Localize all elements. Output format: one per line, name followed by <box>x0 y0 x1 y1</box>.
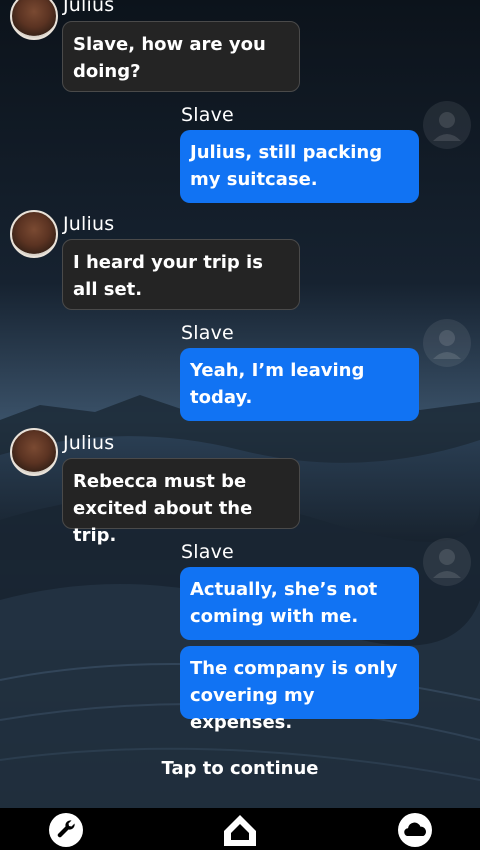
slave-avatar <box>423 101 471 149</box>
sender-name: Julius <box>63 0 115 16</box>
sender-name: Slave <box>181 322 234 344</box>
chat-log[interactable]: Julius Slave, how are you doing? Slave J… <box>0 0 480 808</box>
cloud-save-button[interactable] <box>395 810 435 850</box>
julius-avatar <box>10 0 58 40</box>
message-bubble-incoming: I heard your trip is all set. <box>62 239 300 310</box>
wrench-icon <box>49 813 83 847</box>
sender-name: Slave <box>181 104 234 126</box>
julius-avatar <box>10 210 58 258</box>
message-bubble-incoming: Rebecca must be excited about the trip. <box>62 458 300 546</box>
message-bubble-outgoing: The company is only covering my expenses… <box>180 646 419 733</box>
user-silhouette-icon <box>433 330 461 359</box>
home-button[interactable] <box>220 810 260 850</box>
tap-to-continue-prompt[interactable]: Tap to continue <box>0 758 480 779</box>
sender-name: Julius <box>63 432 115 454</box>
slave-avatar <box>423 319 471 367</box>
settings-button[interactable] <box>46 810 86 850</box>
bottom-nav-bar <box>0 808 480 850</box>
home-icon <box>224 815 256 846</box>
message-bubble-outgoing: Actually, she’s not coming with me. <box>180 567 419 640</box>
chat-screen[interactable]: Julius Slave, how are you doing? Slave J… <box>0 0 480 850</box>
julius-avatar <box>10 428 58 476</box>
user-silhouette-icon <box>433 112 461 141</box>
cloud-icon <box>398 813 432 847</box>
message-bubble-outgoing: Yeah, I’m leaving today. <box>180 348 419 421</box>
message-bubble-outgoing: Julius, still packing my suitcase. <box>180 130 419 203</box>
slave-avatar <box>423 538 471 586</box>
message-bubble-incoming: Slave, how are you doing? <box>62 21 300 92</box>
sender-name: Julius <box>63 213 115 235</box>
sender-name: Slave <box>181 541 234 563</box>
user-silhouette-icon <box>433 549 461 578</box>
